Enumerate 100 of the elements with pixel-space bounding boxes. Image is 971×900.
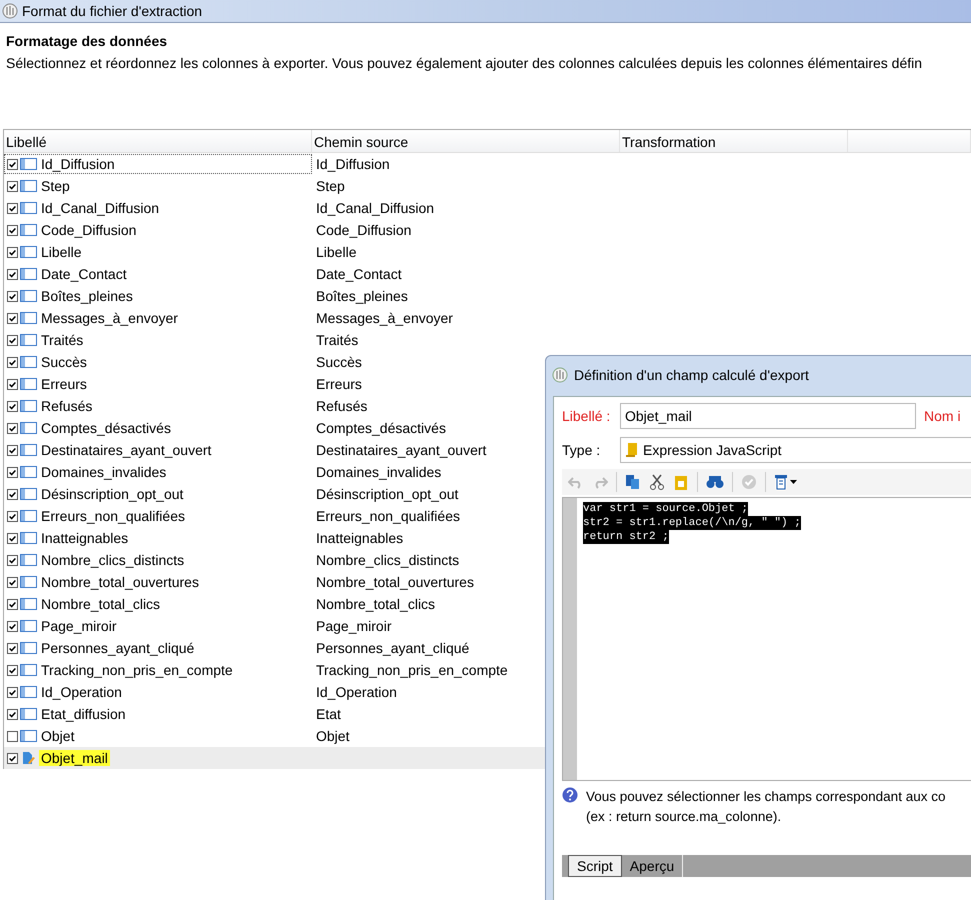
checkbox[interactable] xyxy=(7,554,18,566)
row-label: Objet xyxy=(40,728,76,744)
tab[interactable]: Aperçu xyxy=(622,855,684,877)
checkbox[interactable] xyxy=(7,488,18,500)
row-label: Code_Diffusion xyxy=(40,222,138,238)
row-label: Traités xyxy=(40,332,84,348)
table-row[interactable]: Date_Contact Date_Contact xyxy=(4,263,971,285)
checkbox[interactable] xyxy=(7,400,18,412)
checkbox[interactable] xyxy=(7,708,18,720)
table-row[interactable]: Step Step xyxy=(4,175,971,197)
column-icon xyxy=(20,202,37,214)
help-text: (ex : return source.ma_colonne). xyxy=(586,808,782,826)
checkbox[interactable] xyxy=(7,510,18,522)
source-path: Nombre_clics_distincts xyxy=(315,552,460,568)
source-path: Objet xyxy=(315,728,350,744)
source-path: Nombre_total_ouvertures xyxy=(315,574,474,590)
row-label: Messages_à_envoyer xyxy=(40,310,179,326)
copy-icon[interactable] xyxy=(625,474,641,490)
checkbox[interactable] xyxy=(7,246,18,258)
checkbox[interactable] xyxy=(7,356,18,368)
column-icon xyxy=(20,268,37,280)
column-icon xyxy=(20,356,37,368)
field-label: Nom i xyxy=(924,408,961,424)
section-description: Sélectionnez et réordonnez les colonnes à exporter. Vous pouvez également ajouter des colonnes calculées depuis les colonnes élémentaires défin xyxy=(6,55,924,71)
checkbox[interactable] xyxy=(7,224,18,236)
table-row[interactable]: Id_Diffusion Id_Diffusion xyxy=(4,153,971,175)
row-label: Nombre_clics_distincts xyxy=(40,552,186,568)
scissors-icon[interactable] xyxy=(649,474,665,490)
table-row[interactable]: Id_Canal_Diffusion Id_Canal_Diffusion xyxy=(4,197,971,219)
row-label: Etat_diffusion xyxy=(40,706,127,722)
column-header[interactable]: Transformation xyxy=(620,130,848,152)
checkbox[interactable] xyxy=(7,598,18,610)
column-header[interactable]: Chemin source xyxy=(312,130,620,152)
column-icon xyxy=(20,378,37,390)
window-title: Format du fichier d'extraction xyxy=(22,3,202,19)
column-icon xyxy=(20,400,37,412)
source-path: Date_Contact xyxy=(315,266,402,282)
source-path: Erreurs xyxy=(315,376,362,392)
row-label: Objet_mail xyxy=(39,750,110,766)
format-menu-icon[interactable] xyxy=(774,474,798,490)
table-row[interactable]: Libelle Libelle xyxy=(4,241,971,263)
table-row[interactable]: Domaines_invalides Domaines_invalides xyxy=(4,461,971,483)
checkbox[interactable] xyxy=(7,576,18,588)
checkbox[interactable] xyxy=(7,642,18,654)
table-row[interactable]: Code_Diffusion Code_Diffusion xyxy=(4,219,971,241)
checkbox[interactable] xyxy=(7,158,18,170)
source-path: Id_Operation xyxy=(315,684,397,700)
checkbox[interactable] xyxy=(7,268,18,280)
checkbox[interactable] xyxy=(7,312,18,324)
source-path: Id_Canal_Diffusion xyxy=(315,200,434,216)
column-icon xyxy=(20,334,37,346)
source-path: Personnes_ayant_cliqué xyxy=(315,640,470,656)
column-icon xyxy=(20,576,37,588)
source-path: Désinscription_opt_out xyxy=(315,486,458,502)
row-label: Libelle xyxy=(40,244,82,260)
checkbox[interactable] xyxy=(7,730,18,742)
checkbox[interactable] xyxy=(7,378,18,390)
check-icon[interactable] xyxy=(741,474,757,490)
table-row[interactable]: Traités Traités xyxy=(4,329,971,351)
source-path: Messages_à_envoyer xyxy=(315,310,453,326)
column-icon xyxy=(20,488,37,500)
row-label: Destinataires_ayant_ouvert xyxy=(40,442,212,458)
checkbox[interactable] xyxy=(7,444,18,456)
table-row[interactable]: Boîtes_pleines Boîtes_pleines xyxy=(4,285,971,307)
row-label: Erreurs_non_qualifiées xyxy=(40,508,186,524)
column-icon xyxy=(20,444,37,456)
column-icon xyxy=(20,686,37,698)
field-label: Libellé : xyxy=(562,408,612,424)
column-icon xyxy=(20,180,37,192)
code-editor[interactable]: var str1 = source.Objet ; str2 = str1.replace(/\n/g, " ") ; return str2 ; xyxy=(562,497,971,781)
section-heading: Formatage des données xyxy=(6,33,168,49)
source-path: Id_Diffusion xyxy=(315,156,390,172)
type-field[interactable]: Expression JavaScript xyxy=(620,437,971,463)
column-icon xyxy=(20,730,37,742)
row-label: Comptes_désactivés xyxy=(40,420,172,436)
checkbox[interactable] xyxy=(7,180,18,192)
checkbox[interactable] xyxy=(7,752,18,764)
checkbox[interactable] xyxy=(7,202,18,214)
source-path: Succès xyxy=(315,354,362,370)
binoculars-icon[interactable] xyxy=(706,475,724,489)
table-row[interactable]: Messages_à_envoyer Messages_à_envoyer xyxy=(4,307,971,329)
checkbox[interactable] xyxy=(7,334,18,346)
source-path: Domaines_invalides xyxy=(315,464,442,480)
column-header[interactable]: Libellé xyxy=(4,130,312,152)
source-path: Nombre_total_clics xyxy=(315,596,436,612)
tab[interactable]: Script xyxy=(568,855,622,877)
source-path: Boîtes_pleines xyxy=(315,288,408,304)
source-path: Comptes_désactivés xyxy=(315,420,446,436)
checkbox[interactable] xyxy=(7,686,18,698)
source-path: Code_Diffusion xyxy=(315,222,412,238)
checkbox[interactable] xyxy=(7,466,18,478)
checkbox[interactable] xyxy=(7,422,18,434)
column-icon xyxy=(20,708,37,720)
checkbox[interactable] xyxy=(7,290,18,302)
label-field[interactable]: Objet_mail xyxy=(620,403,916,429)
clipboard-icon[interactable] xyxy=(673,474,689,490)
checkbox[interactable] xyxy=(7,620,18,632)
checkbox[interactable] xyxy=(7,664,18,676)
checkbox[interactable] xyxy=(7,532,18,544)
column-icon xyxy=(20,290,37,302)
